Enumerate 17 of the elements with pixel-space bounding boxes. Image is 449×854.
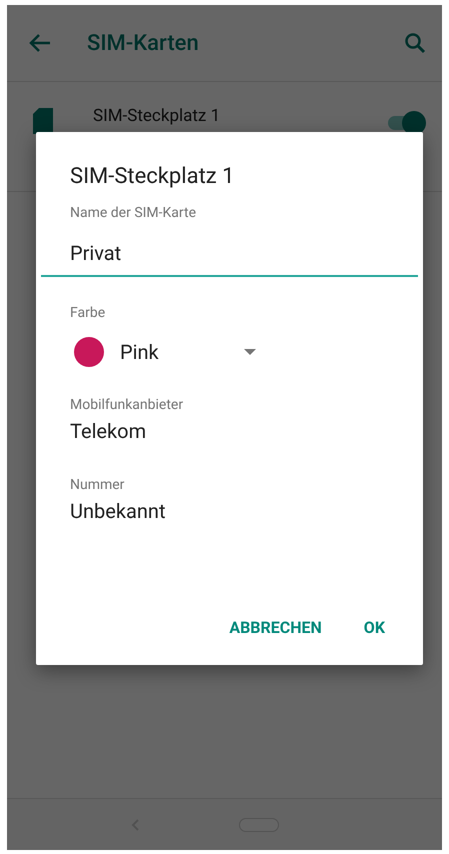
ok-button[interactable]: OK [356,612,393,643]
field-value: Unbekannt [69,499,166,523]
field-label: Mobilfunkanbieter [69,397,184,413]
field-label: Name der SIM-Karte [69,205,198,221]
back-arrow-icon[interactable] [29,33,51,53]
dropdown-caret-icon [244,349,256,355]
color-dropdown[interactable]: Pink [36,337,256,367]
screen-title: SIM-Karten [87,30,200,56]
cancel-button[interactable]: ABBRECHEN [221,612,330,643]
field-value: Telekom [69,419,148,443]
search-icon[interactable] [404,32,426,54]
sim-name-input-field[interactable]: Privat [41,227,418,277]
field-label: Nummer [69,477,126,493]
sim-slot-name: SIM-Steckplatz 1 [93,106,222,126]
dialog-title: SIM-Steckplatz 1 [69,164,236,189]
sim-card-icon [33,108,53,134]
field-label: Farbe [69,305,106,321]
